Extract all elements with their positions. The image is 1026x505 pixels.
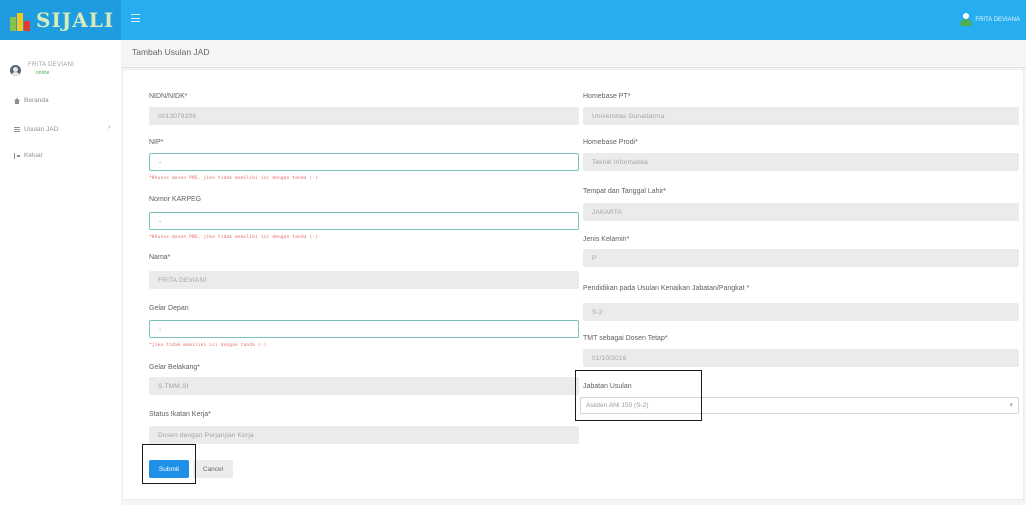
- nidn-field: 0013078206: [149, 107, 579, 125]
- nama-label: Nama*: [149, 254, 171, 261]
- karpeg-label: Nomor KARPEG: [149, 196, 202, 203]
- homebase-prodi-field: Teknik Informatika: [583, 153, 1019, 171]
- list-icon: [14, 126, 20, 133]
- homebase-pt-field: Universitas Gunadarma: [583, 107, 1019, 125]
- sidebar: FRITA DEVIANI online Beranda Usulan JAD …: [0, 40, 121, 505]
- sidebar-item-beranda[interactable]: Beranda: [14, 97, 49, 104]
- chevron-right-icon[interactable]: ›: [108, 124, 110, 131]
- cancel-button[interactable]: Cancel: [193, 460, 233, 478]
- user-menu-name: FRITA DEVIANA: [975, 16, 1020, 23]
- logo-icon: [10, 9, 30, 31]
- gelar-depan-helper: *jika tidak memiliki isi dengan tanda (-…: [149, 343, 267, 348]
- sidebar-item-usulan-jad[interactable]: Usulan JAD: [14, 126, 58, 133]
- homebase-prodi-label: Homebase Prodi*: [583, 139, 638, 146]
- menu-toggle-icon[interactable]: [131, 14, 140, 22]
- top-bar: SIJALI FRITA DEVIANA: [0, 0, 1026, 40]
- avatar: [10, 65, 21, 76]
- brand-name: SIJALI: [36, 8, 115, 32]
- tmt-label: TMT sebagai Dosen Tetap*: [583, 335, 668, 342]
- sidebar-item-label: Usulan JAD: [24, 126, 59, 133]
- gelar-depan-input[interactable]: -: [149, 320, 579, 338]
- ttl-label: Tempat dan Tanggal Lahir*: [583, 188, 667, 195]
- jenis-kelamin-label: Jenis Kelamin*: [583, 236, 630, 243]
- nip-input[interactable]: -: [149, 153, 579, 171]
- tmt-field: 01/10/2016: [583, 349, 1019, 367]
- gelar-belakang-field: S.TMM.SI: [149, 377, 579, 395]
- nidn-label: NIDN/NIDK*: [149, 93, 188, 100]
- user-status: online: [36, 70, 50, 76]
- chevron-down-icon: ▾: [1009, 402, 1013, 409]
- sidebar-item-keluar[interactable]: Keluar: [14, 152, 43, 159]
- highlight-box: [575, 370, 702, 421]
- home-icon: [14, 97, 20, 104]
- pendidikan-field: S-2: [583, 303, 1019, 321]
- logout-icon: [14, 152, 20, 159]
- sidebar-user-name: FRITA DEVIANI: [28, 62, 75, 68]
- brand[interactable]: SIJALI: [0, 0, 121, 40]
- user-avatar-icon: [960, 13, 973, 26]
- ttl-field: JAKARTA: [583, 203, 1019, 221]
- divider: [121, 67, 1026, 68]
- gelar-depan-label: Gelar Depan: [149, 305, 189, 312]
- homebase-pt-label: Homebase PT*: [583, 93, 631, 100]
- gelar-belakang-label: Gelar Belakang*: [149, 364, 200, 371]
- pendidikan-label: Pendidikan pada Usulan Kenaikan Jabatan/…: [583, 285, 750, 292]
- nip-label: NIP*: [149, 139, 164, 146]
- highlight-box: [142, 444, 196, 484]
- page-title: Tambah Usulan JAD: [132, 47, 210, 57]
- user-menu[interactable]: FRITA DEVIANA: [960, 13, 1020, 26]
- status-kerja-label: Status Ikatan Kerja*: [149, 411, 211, 418]
- sidebar-item-label: Keluar: [24, 152, 43, 159]
- navbar: FRITA DEVIANA: [121, 0, 1026, 40]
- nama-field: FRITA DEVIANI: [149, 271, 579, 289]
- jenis-kelamin-field: P: [583, 249, 1019, 267]
- sidebar-item-label: Beranda: [24, 97, 49, 104]
- karpeg-helper: *Khusus dosen PNS, jika tidak memiliki i…: [149, 235, 319, 240]
- status-kerja-field: Dosen dengan Perjanjian Kerja: [149, 426, 579, 444]
- nip-helper: *Khusus dosen PNS, jika tidak memiliki i…: [149, 176, 319, 181]
- karpeg-input[interactable]: -: [149, 212, 579, 230]
- sidebar-user: FRITA DEVIANI online: [10, 62, 74, 76]
